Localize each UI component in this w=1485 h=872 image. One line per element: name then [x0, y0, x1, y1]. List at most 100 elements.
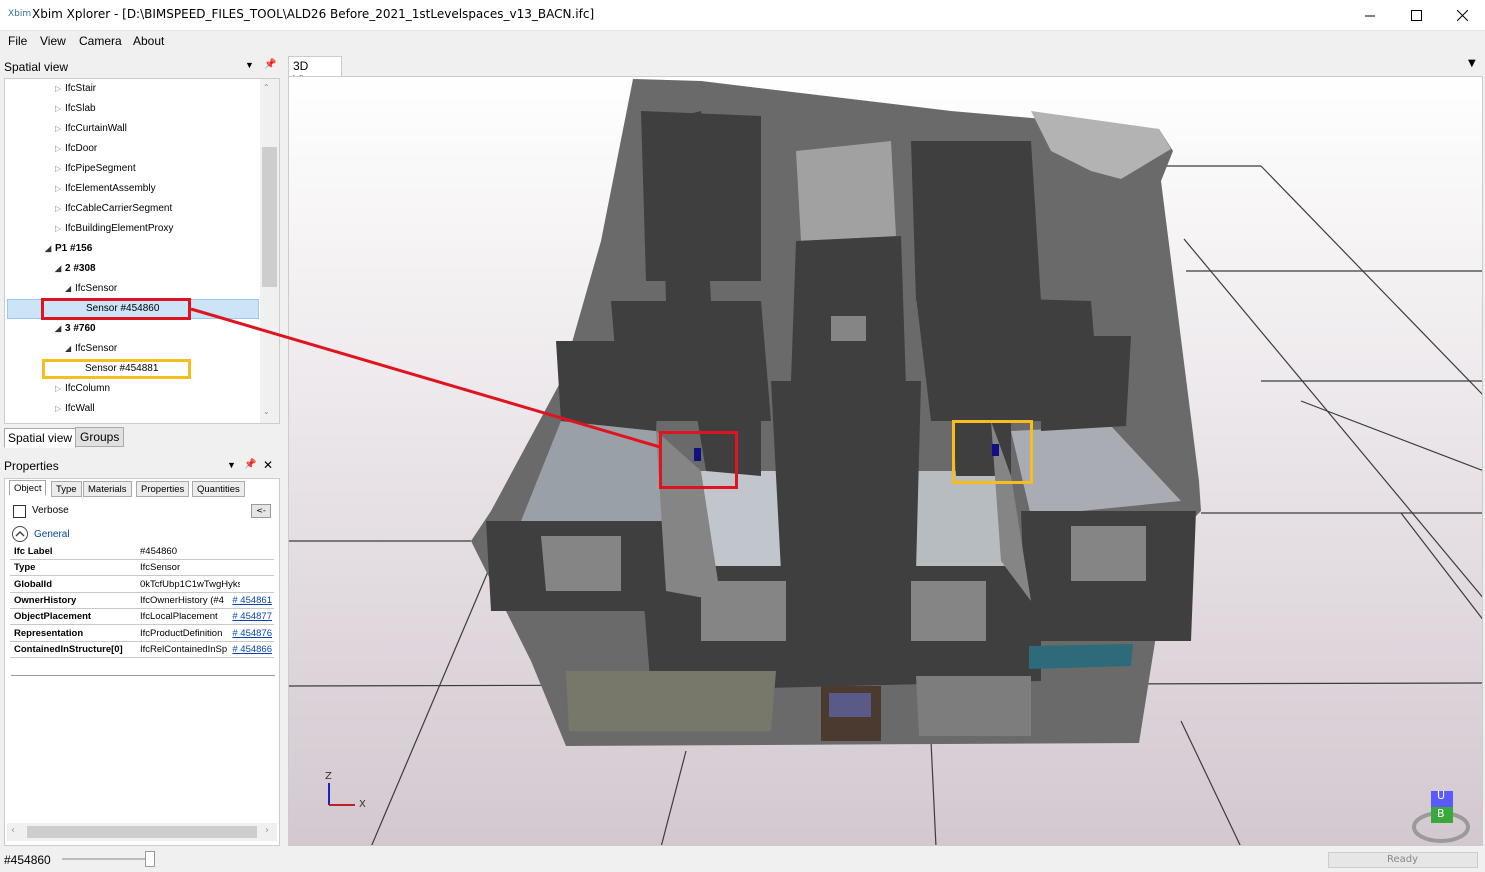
tree-item[interactable]: ◢ 3 #760	[55, 319, 96, 339]
expanded-arrow-icon[interactable]: ◢	[65, 339, 75, 359]
pin-icon[interactable]: 📌	[244, 459, 256, 470]
menu-camera[interactable]: Camera	[79, 34, 122, 48]
cube-front-label: B	[1437, 807, 1445, 820]
menu-about[interactable]: About	[133, 34, 164, 48]
property-link[interactable]: # 454861	[232, 593, 272, 608]
expanded-arrow-icon[interactable]: ◢	[65, 279, 75, 299]
tab-materials[interactable]: Materials	[83, 481, 132, 497]
tree-item-label: IfcElementAssembly	[65, 183, 156, 194]
menu-view[interactable]: View	[40, 34, 66, 48]
tree-item[interactable]: ▷ IfcDoor	[55, 139, 97, 159]
property-link[interactable]: # 454876	[232, 626, 272, 641]
scroll-right-icon[interactable]: ›	[265, 825, 269, 836]
tree-item-label: IfcCableCarrierSegment	[65, 203, 173, 214]
tree-scrollbar[interactable]: ⌃ ⌄	[260, 79, 279, 423]
tree-item[interactable]: ◢ P1 #156	[45, 239, 92, 259]
tree-item-label: 2 #308	[65, 263, 96, 274]
tree-item[interactable]: ▷ IfcCurtainWall	[55, 119, 127, 139]
property-link[interactable]: # 454866	[232, 642, 272, 657]
back-button[interactable]: <-	[251, 504, 271, 518]
tree-item[interactable]: ◢ 2 #308	[55, 259, 96, 279]
minimize-button[interactable]	[1347, 0, 1393, 31]
progress-bar: Ready	[1328, 852, 1478, 868]
tree-item[interactable]: ▷ IfcBuildingElementProxy	[55, 219, 173, 239]
tree-item-label: IfcSensor	[75, 283, 118, 294]
property-row: ObjectPlacement IfcLocalPlacement # 454877	[10, 609, 274, 626]
collapsed-arrow-icon[interactable]: ▷	[55, 99, 65, 119]
collapsed-arrow-icon[interactable]: ▷	[55, 79, 65, 99]
property-key: ContainedInStructure[0]	[14, 643, 123, 655]
zoom-slider-track[interactable]	[62, 858, 152, 860]
tree-item-label: IfcSensor	[75, 343, 118, 354]
collapsed-arrow-icon[interactable]: ▷	[55, 199, 65, 219]
property-key: OwnerHistory	[14, 594, 77, 606]
pin-icon[interactable]: 📌	[264, 59, 276, 70]
collapsed-arrow-icon[interactable]: ▷	[55, 179, 65, 199]
tree-item-label: IfcSlab	[65, 103, 96, 114]
property-value: IfcSensor	[140, 562, 181, 574]
tab-groups[interactable]: Groups	[75, 427, 125, 447]
zoom-slider-handle[interactable]	[145, 851, 155, 867]
tree-item[interactable]: ▷ IfcStair	[55, 79, 96, 99]
tree-item[interactable]: ◢ IfcSensor	[65, 279, 117, 299]
scroll-left-icon[interactable]: ‹	[11, 825, 15, 836]
tab-type[interactable]: Type	[51, 481, 82, 497]
expanded-arrow-icon[interactable]: ◢	[45, 239, 55, 259]
sensor-454881-marker	[992, 444, 999, 456]
panel-dropdown-icon[interactable]: ▼	[245, 60, 254, 70]
yellow-highlight-box-tree	[42, 359, 191, 379]
maximize-icon	[1410, 10, 1422, 21]
building-model[interactable]	[289, 77, 1483, 846]
property-value: IfcOwnerHistory (#4	[140, 594, 224, 606]
tree-item[interactable]: ◢ IfcSensor	[65, 339, 117, 359]
scroll-up-icon[interactable]: ⌃	[263, 83, 270, 92]
tree-item[interactable]: ▷ IfcCableCarrierSegment	[55, 199, 172, 219]
tree-item-label: IfcPipeSegment	[65, 163, 136, 174]
scrollbar-thumb[interactable]	[262, 147, 277, 287]
tree-item-label: 3 #760	[65, 323, 96, 334]
scroll-down-icon[interactable]: ⌄	[263, 407, 270, 416]
close-button[interactable]	[1439, 0, 1485, 31]
property-key: Ifc Label	[14, 546, 53, 557]
viewport-3d[interactable]: Z X U B	[288, 76, 1483, 846]
tree-item-label: IfcStair	[65, 83, 97, 94]
property-key: Type	[14, 562, 36, 574]
collapsed-arrow-icon[interactable]: ▷	[55, 139, 65, 159]
collapsed-arrow-icon[interactable]: ▷	[55, 159, 65, 179]
tree-item[interactable]: ▷ IfcSlab	[55, 99, 96, 119]
verbose-checkbox[interactable]	[13, 505, 26, 518]
properties-panel-header: Properties ▼ 📌 ✕	[0, 456, 282, 476]
app-logo-icon: Xbim	[8, 9, 32, 19]
scrollbar-thumb[interactable]	[27, 826, 257, 838]
tree-item[interactable]: ▷ IfcWall	[55, 399, 95, 419]
collapsed-arrow-icon[interactable]: ▷	[55, 119, 65, 139]
tree-item[interactable]: ▷ IfcElementAssembly	[55, 179, 156, 199]
expanded-arrow-icon[interactable]: ◢	[55, 319, 65, 339]
tab-properties[interactable]: Properties	[136, 481, 190, 497]
panel-dropdown-icon[interactable]: ▼	[227, 460, 236, 470]
tab-3d-view[interactable]: 3D View	[288, 56, 342, 87]
properties-hscrollbar[interactable]: ‹ ›	[7, 823, 277, 841]
axis-x-label: X	[359, 799, 366, 810]
maximize-button[interactable]	[1393, 0, 1439, 31]
title-bar: Xbim Xbim Xplorer - [D:\BIMSPEED_FILES_T…	[0, 0, 1485, 31]
viewport-menu-icon[interactable]: ▼	[1468, 58, 1476, 69]
collapsed-arrow-icon[interactable]: ▷	[55, 219, 65, 239]
tab-spatial-view[interactable]: Spatial view	[4, 428, 77, 448]
expanded-arrow-icon[interactable]: ◢	[55, 259, 65, 279]
tab-quantities[interactable]: Quantities	[192, 481, 245, 497]
section-general[interactable]: General	[34, 529, 70, 540]
property-key: GlobalId	[14, 578, 52, 590]
property-link[interactable]: # 454877	[232, 609, 272, 624]
tree-item[interactable]: ▷ IfcPipeSegment	[55, 159, 136, 179]
collapse-section-icon[interactable]	[11, 525, 29, 543]
collapsed-arrow-icon[interactable]: ▷	[55, 399, 65, 419]
menu-file[interactable]: File	[8, 34, 27, 48]
property-value: IfcLocalPlacement	[140, 611, 218, 623]
close-panel-icon[interactable]: ✕	[263, 458, 273, 472]
tree-item[interactable]: ▷ IfcColumn	[55, 379, 110, 399]
axis-gizmo-icon	[328, 783, 355, 806]
tab-object[interactable]: Object	[9, 480, 47, 496]
properties-panel: Object Type Materials Properties Quantit…	[4, 478, 280, 846]
collapsed-arrow-icon[interactable]: ▷	[55, 379, 65, 399]
